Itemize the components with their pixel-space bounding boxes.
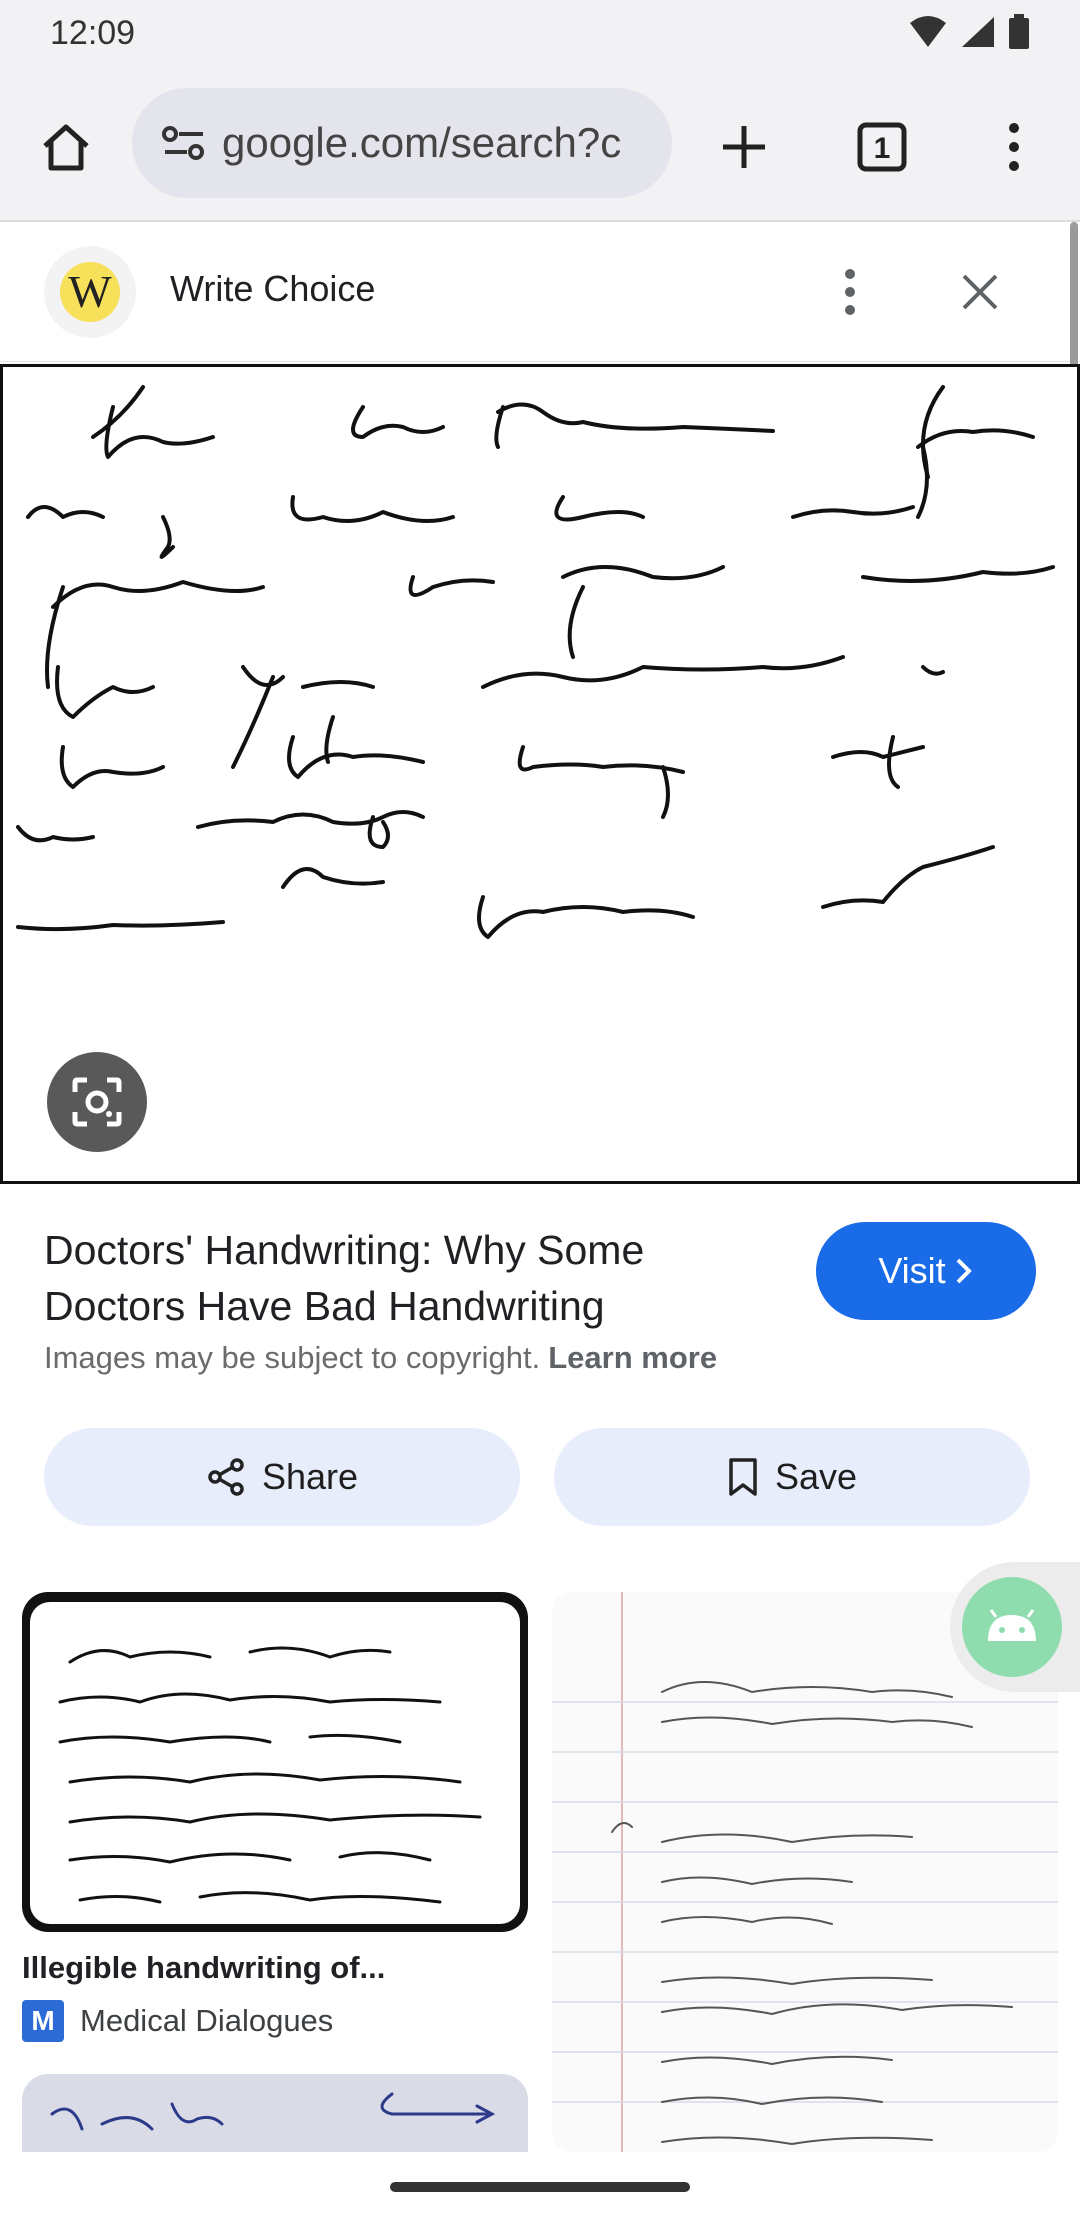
learn-more-link[interactable]: Learn more — [548, 1340, 717, 1375]
source-title[interactable]: Write Choice — [170, 268, 375, 310]
visit-button[interactable]: Visit — [816, 1222, 1036, 1320]
handwriting-thumbnail-3 — [50, 2092, 496, 2131]
home-icon — [43, 124, 89, 171]
signal-icon — [962, 17, 994, 47]
preview-image[interactable] — [0, 364, 1080, 1184]
new-tab-button[interactable] — [704, 107, 784, 187]
bookmark-icon — [729, 1458, 757, 1496]
url-text[interactable]: google.com/search?c — [222, 119, 621, 167]
status-bar: 12:09 — [0, 0, 1080, 70]
tab-switcher-button[interactable]: 1 — [842, 107, 922, 187]
share-icon — [208, 1458, 244, 1496]
wifi-icon — [910, 16, 946, 47]
save-button[interactable]: Save — [554, 1428, 1030, 1526]
menu-button[interactable] — [974, 107, 1054, 187]
copyright-notice: Images may be subject to copyright. Learn… — [44, 1340, 717, 1376]
handwriting-image — [16, 385, 1055, 939]
share-label: Share — [261, 1456, 359, 1497]
browser-toolbar: google.com/search?c 1 — [0, 70, 1080, 222]
google-lens-button[interactable] — [47, 1052, 147, 1152]
visit-label: Visit — [878, 1250, 946, 1291]
related-source-name: Medical Dialogues — [80, 2003, 334, 2038]
related-image-3[interactable] — [22, 2074, 528, 2152]
navigation-bar — [0, 2152, 1080, 2220]
android-icon — [988, 1609, 1036, 1641]
tab-count: 1 — [874, 132, 891, 165]
page-content: W Write Choice Doctors' Handwriting: Why… — [0, 222, 1080, 2152]
battery-icon — [1009, 14, 1029, 49]
save-label: Save — [774, 1456, 858, 1497]
more-vert-icon — [845, 269, 855, 315]
home-gesture-handle[interactable] — [390, 2182, 690, 2192]
home-button[interactable] — [26, 107, 106, 187]
assistant-floating-button[interactable] — [950, 1562, 1080, 1692]
related-image-1[interactable] — [22, 1592, 528, 1932]
address-bar[interactable]: google.com/search?c — [132, 88, 672, 198]
share-button[interactable]: Share — [44, 1428, 520, 1526]
chevron-right-icon — [956, 1258, 972, 1284]
source-logo[interactable]: W — [44, 246, 136, 338]
result-title[interactable]: Doctors' Handwriting: Why Some Doctors H… — [44, 1222, 784, 1334]
close-icon — [962, 274, 998, 310]
copyright-text: Images may be subject to copyright. — [44, 1340, 541, 1375]
source-logo-letter: W — [68, 266, 112, 317]
handwriting-thumbnail — [58, 1646, 482, 1904]
related-source-1[interactable]: M Medical Dialogues — [22, 2000, 333, 2042]
more-vert-icon — [1009, 123, 1019, 171]
source-more-button[interactable] — [810, 252, 890, 332]
site-settings-icon[interactable] — [132, 88, 222, 198]
source-header: W Write Choice — [0, 222, 1080, 362]
plus-icon — [723, 126, 765, 168]
lens-icon — [72, 1077, 122, 1127]
close-button[interactable] — [940, 252, 1020, 332]
medical-dialogues-logo: M — [22, 2000, 64, 2042]
status-icons — [908, 14, 1030, 50]
related-caption-1[interactable]: Illegible handwriting of... — [22, 1950, 528, 1986]
tab-count-icon: 1 — [857, 122, 907, 172]
status-time: 12:09 — [50, 14, 136, 52]
